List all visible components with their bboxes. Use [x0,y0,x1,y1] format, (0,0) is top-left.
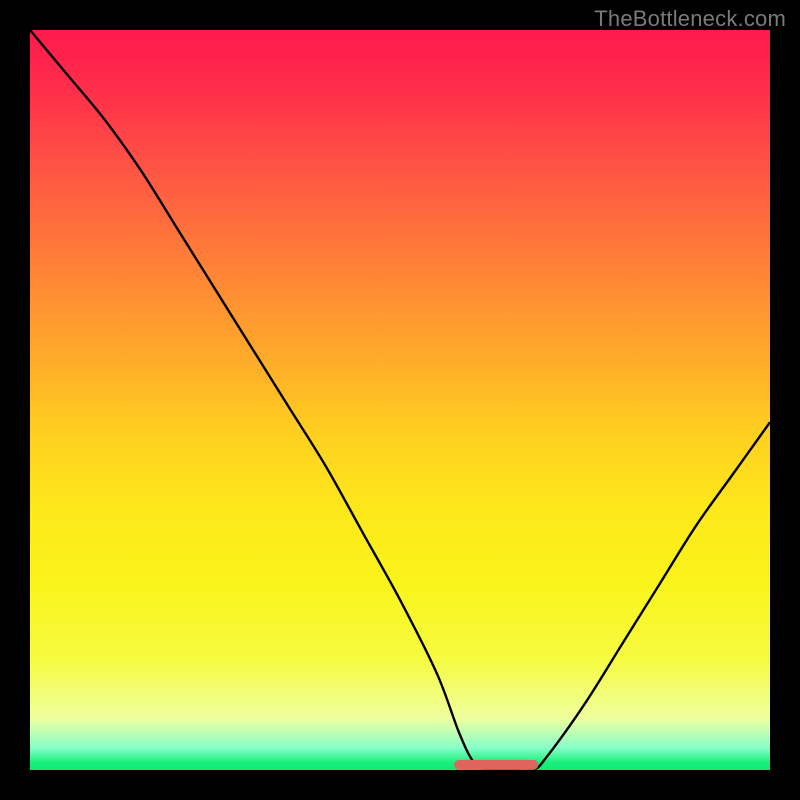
chart-svg [30,30,770,770]
curve-line [30,30,770,771]
watermark-text: TheBottleneck.com [594,6,786,32]
chart-plot-area [30,30,770,770]
